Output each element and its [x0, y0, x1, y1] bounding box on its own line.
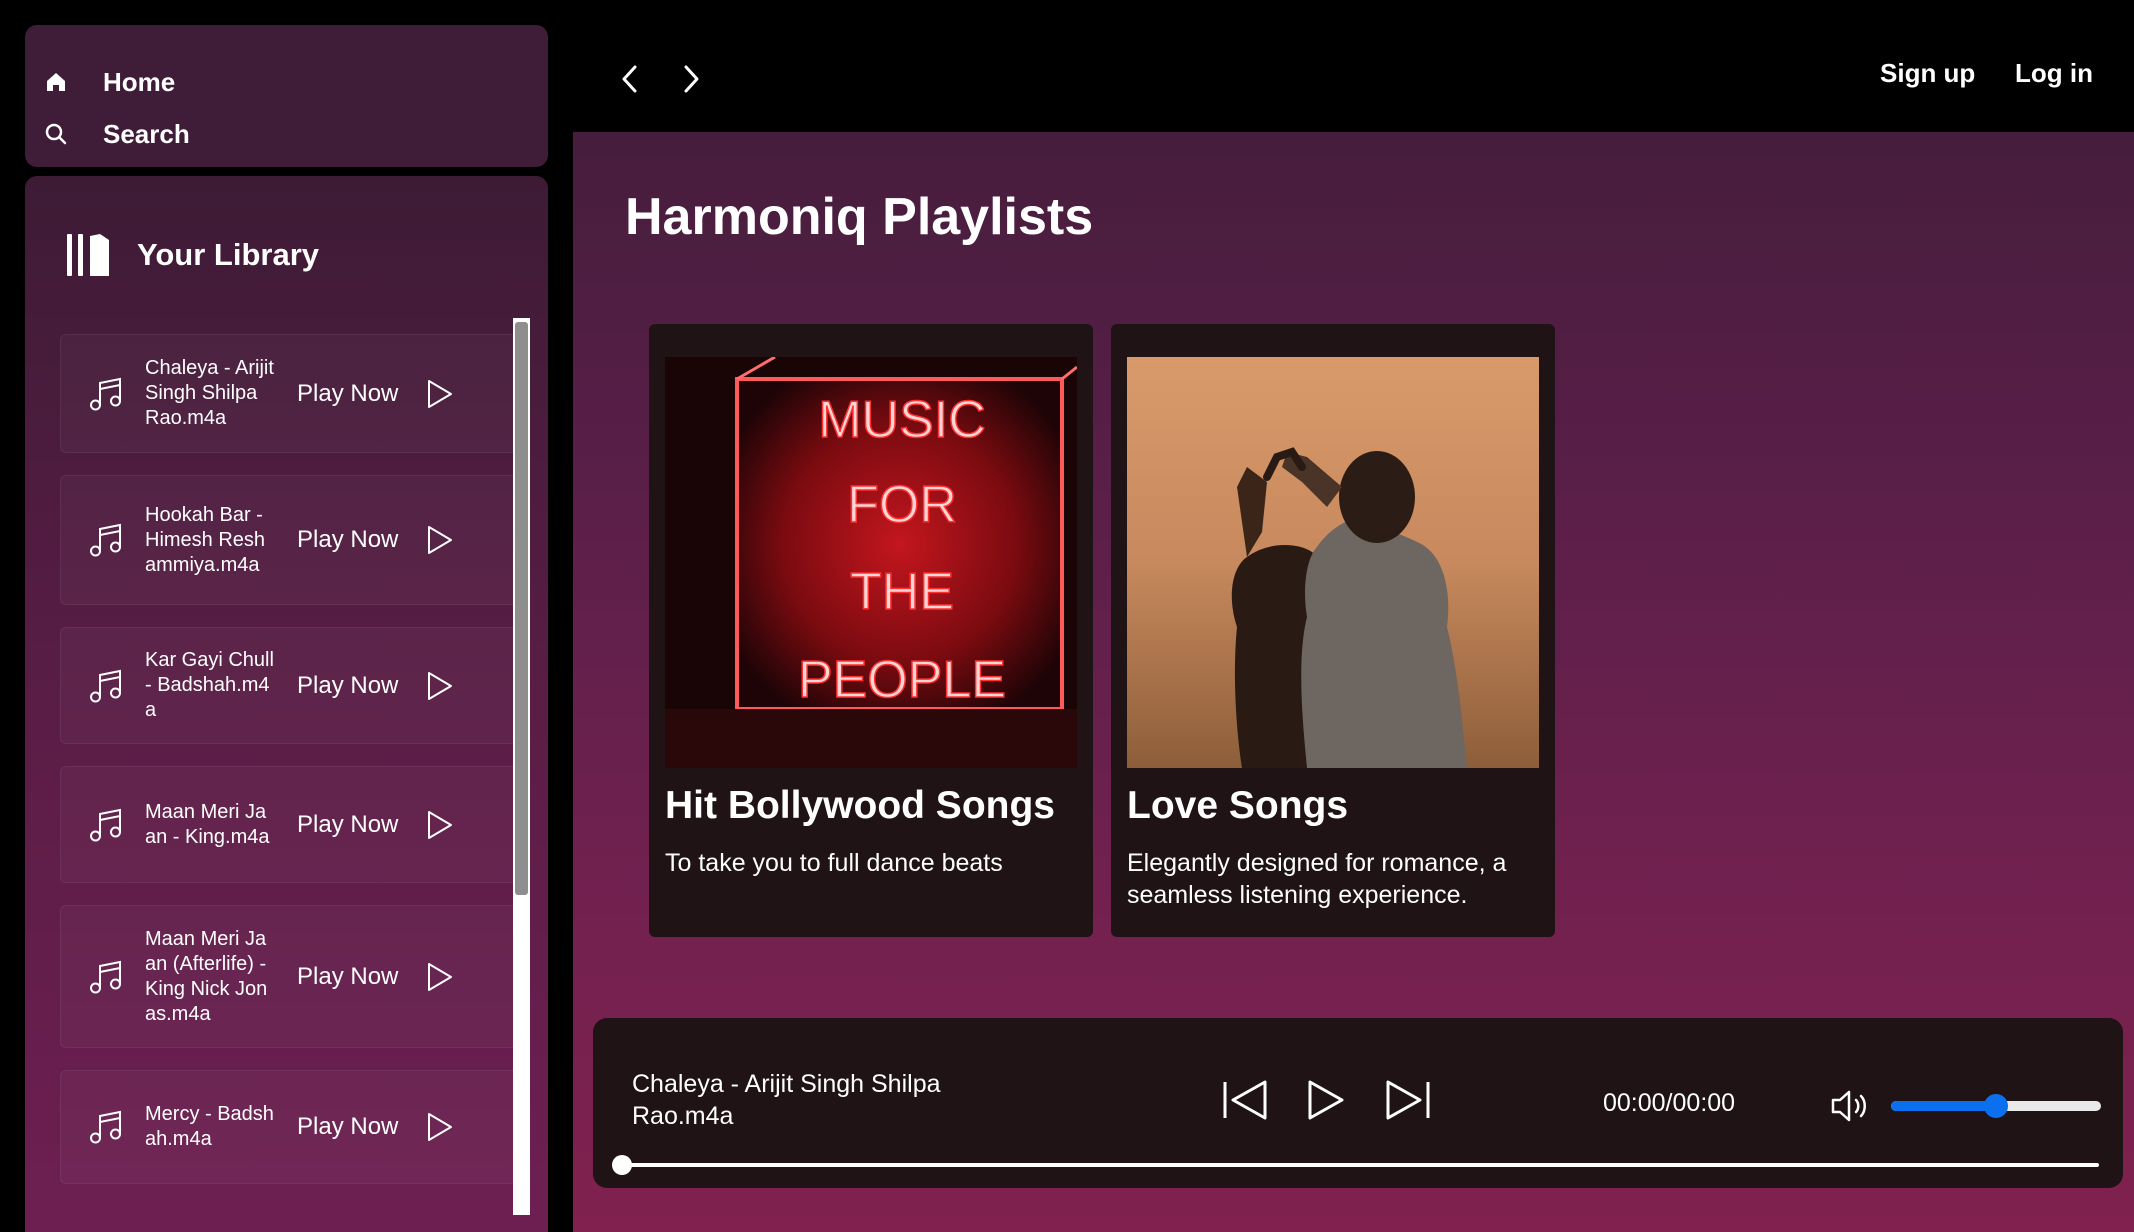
play-icon[interactable]: [426, 810, 454, 840]
forward-arrow-icon[interactable]: [676, 62, 706, 96]
playlist-title: Hit Bollywood Songs: [665, 784, 1055, 827]
music-player: Chaleya - Arijit Singh Shilpa Rao.m4a 00…: [593, 1018, 2123, 1188]
playback-time: 00:00/00:00: [1603, 1089, 1736, 1117]
playlist-card[interactable]: MUSIC FOR THE PEOPLE Hit Bollywood Songs…: [649, 324, 1093, 937]
play-icon[interactable]: [426, 1112, 454, 1142]
list-item[interactable]: Maan Meri Jaan - King.m4a Play Now: [60, 766, 520, 883]
library-scrollbar[interactable]: [513, 318, 530, 1215]
previous-track-icon[interactable]: [1221, 1078, 1269, 1122]
list-item[interactable]: Hookah Bar - Himesh Reshammiya.m4a Play …: [60, 475, 520, 605]
nav-home[interactable]: Home: [41, 57, 532, 107]
playlist-description: To take you to full dance beats: [665, 849, 1003, 877]
music-note-icon: [90, 523, 121, 557]
song-list: Chaleya - Arijit Singh Shilpa Rao.m4a Pl…: [60, 334, 520, 1206]
main-content: Harmoniq Playlists MUSIC FOR THE PEOPLE …: [573, 132, 2134, 1232]
playlist-description: Elegantly designed for romance, a seamle…: [1127, 849, 1507, 909]
volume-icon[interactable]: [1829, 1088, 1871, 1124]
seek-bar-thumb[interactable]: [612, 1155, 632, 1175]
neon-text-line-1: MUSIC: [818, 391, 986, 449]
play-now-button[interactable]: Play Now: [297, 672, 398, 700]
topbar: Sign up Log in: [573, 0, 2134, 132]
nav-card: Home Search: [25, 25, 548, 167]
song-name: Hookah Bar - Himesh Reshammiya.m4a: [145, 503, 266, 576]
music-note-icon: [90, 669, 121, 702]
song-name: Maan Meri Jaan - King.m4a: [145, 800, 270, 848]
now-playing-title: Chaleya - Arijit Singh Shilpa Rao.m4a: [632, 1070, 941, 1130]
volume-slider[interactable]: [1891, 1094, 2101, 1118]
neon-text-line-3: THE: [850, 563, 954, 621]
neon-text-line-4: PEOPLE: [798, 651, 1006, 709]
list-item[interactable]: Mercy - Badshah.m4a Play Now: [60, 1070, 520, 1184]
playlist-card[interactable]: Love Songs Elegantly designed for romanc…: [1111, 324, 1555, 937]
music-note-icon: [90, 808, 121, 841]
music-note-icon: [90, 960, 121, 993]
seek-bar[interactable]: [612, 1155, 2099, 1175]
song-name: Kar Gayi Chull - Badshah.m4a: [145, 649, 274, 721]
next-track-icon[interactable]: [1384, 1078, 1432, 1122]
play-now-button[interactable]: Play Now: [297, 380, 398, 408]
playlist-title: Love Songs: [1127, 784, 1349, 827]
music-note-icon: [90, 1110, 121, 1144]
nav-search[interactable]: Search: [41, 107, 532, 161]
list-item[interactable]: Kar Gayi Chull - Badshah.m4a Play Now: [60, 627, 520, 744]
login-button[interactable]: Log in: [2015, 58, 2093, 89]
list-item[interactable]: Maan Meri Jaan (Afterlife) - King Nick J…: [60, 905, 520, 1048]
signup-button[interactable]: Sign up: [1880, 58, 1975, 89]
play-now-button[interactable]: Play Now: [297, 526, 398, 554]
nav-search-label: Search: [103, 118, 190, 149]
page-title: Harmoniq Playlists: [625, 188, 1094, 246]
play-now-button[interactable]: Play Now: [297, 811, 398, 839]
song-name: Mercy - Badshah.m4a: [145, 1103, 274, 1150]
play-icon[interactable]: [426, 962, 454, 992]
library-title: Your Library: [137, 237, 320, 272]
volume-slider-fill: [1891, 1101, 1996, 1111]
neon-text-line-2: FOR: [847, 476, 957, 534]
play-now-button[interactable]: Play Now: [297, 963, 398, 991]
music-note-icon: [90, 377, 121, 410]
play-icon[interactable]: [426, 525, 454, 555]
play-icon[interactable]: [426, 671, 454, 701]
play-pause-icon[interactable]: [1304, 1078, 1348, 1122]
playlist-art-couple: [1127, 357, 1539, 768]
play-icon[interactable]: [426, 379, 454, 409]
library-panel: Your Library Chaleya - Arijit Singh Shil…: [25, 176, 548, 1232]
library-header[interactable]: Your Library: [25, 203, 548, 307]
library-scrollbar-thumb[interactable]: [515, 322, 528, 895]
song-name: Maan Meri Jaan (Afterlife) - King Nick J…: [145, 927, 268, 1025]
library-icon: [67, 234, 109, 276]
song-name: Chaleya - Arijit Singh Shilpa Rao.m4a: [145, 357, 274, 429]
nav-home-label: Home: [103, 66, 176, 97]
search-icon: [41, 119, 71, 149]
list-item[interactable]: Chaleya - Arijit Singh Shilpa Rao.m4a Pl…: [60, 334, 520, 453]
home-icon: [41, 67, 71, 97]
volume-slider-thumb[interactable]: [1984, 1094, 2008, 1118]
playlist-art-neon: MUSIC FOR THE PEOPLE: [665, 357, 1077, 768]
back-arrow-icon[interactable]: [615, 62, 645, 96]
play-now-button[interactable]: Play Now: [297, 1113, 398, 1141]
